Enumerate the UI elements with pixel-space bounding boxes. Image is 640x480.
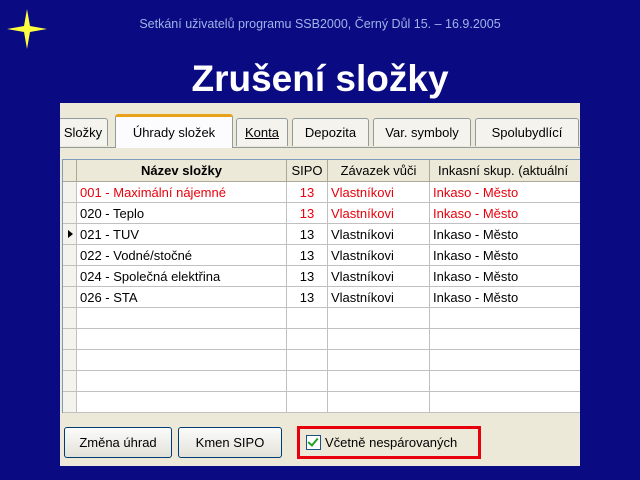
column-header-zavazek[interactable]: Závazek vůči [328,160,430,182]
table-cell-inkaso[interactable]: Inkaso - Město [430,224,580,245]
kmen-sipo-button[interactable]: Kmen SIPO [178,427,282,458]
empty-table-cell[interactable] [77,329,287,350]
empty-table-cell[interactable] [328,371,430,392]
row-indicator[interactable] [63,392,77,413]
vcetne-nesparovanych-checkbox-group[interactable]: Včetně nespárovaných [297,426,481,459]
tab-label: Var. symboly [385,125,459,140]
tab-spolubydlici[interactable]: Spolubydlící [475,118,579,146]
current-row-arrow-icon [68,230,73,238]
empty-table-cell[interactable] [287,329,328,350]
checkbox-label: Včetně nespárovaných [325,435,458,450]
row-indicator[interactable] [63,266,77,287]
table-cell-sipo[interactable]: 13 [287,203,328,224]
row-indicator[interactable] [63,224,77,245]
empty-table-cell[interactable] [287,392,328,413]
table-cell-zavazek[interactable]: Vlastníkovi [328,245,430,266]
tab-depozita[interactable]: Depozita [292,118,369,146]
table-cell-inkaso[interactable]: Inkaso - Město [430,245,580,266]
empty-table-cell[interactable] [328,308,430,329]
tab-label: Depozita [304,125,357,140]
tab-label: Spolubydlící [491,125,563,140]
row-indicator[interactable] [63,329,77,350]
empty-table-cell[interactable] [430,350,580,371]
table-cell-name[interactable]: 026 - STA [77,287,287,308]
tab-var-symboly[interactable]: Var. symboly [373,118,471,146]
empty-table-cell[interactable] [328,329,430,350]
empty-table-cell[interactable] [287,350,328,371]
tab-label: Složky [63,125,103,140]
table-cell-sipo[interactable]: 13 [287,245,328,266]
empty-table-cell[interactable] [328,350,430,371]
table-cell-sipo[interactable]: 13 [287,266,328,287]
table-cell-zavazek[interactable]: Vlastníkovi [328,182,430,203]
row-indicator[interactable] [63,287,77,308]
empty-table-cell[interactable] [287,308,328,329]
empty-table-cell[interactable] [77,350,287,371]
row-indicator[interactable] [63,308,77,329]
empty-table-cell[interactable] [430,392,580,413]
row-indicator[interactable] [63,245,77,266]
table-cell-name[interactable]: 021 - TUV [77,224,287,245]
checkbox-checked-icon[interactable] [306,435,321,450]
table-cell-zavazek[interactable]: Vlastníkovi [328,224,430,245]
empty-table-cell[interactable] [430,329,580,350]
column-header-inkasni-skup[interactable]: Inkasní skup. (aktuální [430,160,580,182]
empty-table-cell[interactable] [77,392,287,413]
table-cell-zavazek[interactable]: Vlastníkovi [328,203,430,224]
table-cell-name[interactable]: 022 - Vodné/stočné [77,245,287,266]
tab-label: Konta [245,125,279,140]
row-indicator-header [63,160,77,182]
table-cell-name[interactable]: 001 - Maximální nájemné [77,182,287,203]
empty-table-cell[interactable] [287,371,328,392]
table-cell-inkaso[interactable]: Inkaso - Město [430,182,580,203]
zmena-uhrad-button[interactable]: Změna úhrad [64,427,172,458]
column-header-nazev[interactable]: Název složky [77,160,287,182]
table-cell-sipo[interactable]: 13 [287,287,328,308]
folders-table[interactable]: Název složky SIPO Závazek vůči Inkasní s… [62,159,580,413]
empty-table-cell[interactable] [77,371,287,392]
tab-konta[interactable]: Konta [236,118,288,146]
table-cell-inkaso[interactable]: Inkaso - Město [430,266,580,287]
row-indicator[interactable] [63,371,77,392]
slide-title: Zrušení složky [191,58,449,99]
app-window: Složky Úhrady složek Konta Depozita Var.… [60,103,580,466]
empty-table-cell[interactable] [77,308,287,329]
table-cell-inkaso[interactable]: Inkaso - Město [430,203,580,224]
tab-bar: Složky Úhrady složek Konta Depozita Var.… [60,103,580,148]
table-cell-zavazek[interactable]: Vlastníkovi [328,266,430,287]
empty-table-cell[interactable] [328,392,430,413]
table-cell-name[interactable]: 020 - Teplo [77,203,287,224]
tab-slozky[interactable]: Složky [60,118,108,146]
row-indicator[interactable] [63,182,77,203]
presentation-subtitle: Setkání uživatelů programu SSB2000, Čern… [139,17,501,31]
tab-uhrady-slozek[interactable]: Úhrady složek [115,114,233,148]
row-indicator[interactable] [63,203,77,224]
column-header-sipo[interactable]: SIPO [287,160,328,182]
tab-label: Úhrady složek [132,125,216,140]
row-indicator[interactable] [63,350,77,371]
table-cell-sipo[interactable]: 13 [287,224,328,245]
empty-table-cell[interactable] [430,371,580,392]
empty-table-cell[interactable] [430,308,580,329]
table-cell-inkaso[interactable]: Inkaso - Město [430,287,580,308]
table-cell-zavazek[interactable]: Vlastníkovi [328,287,430,308]
table-cell-sipo[interactable]: 13 [287,182,328,203]
table-cell-name[interactable]: 024 - Společná elektřina [77,266,287,287]
